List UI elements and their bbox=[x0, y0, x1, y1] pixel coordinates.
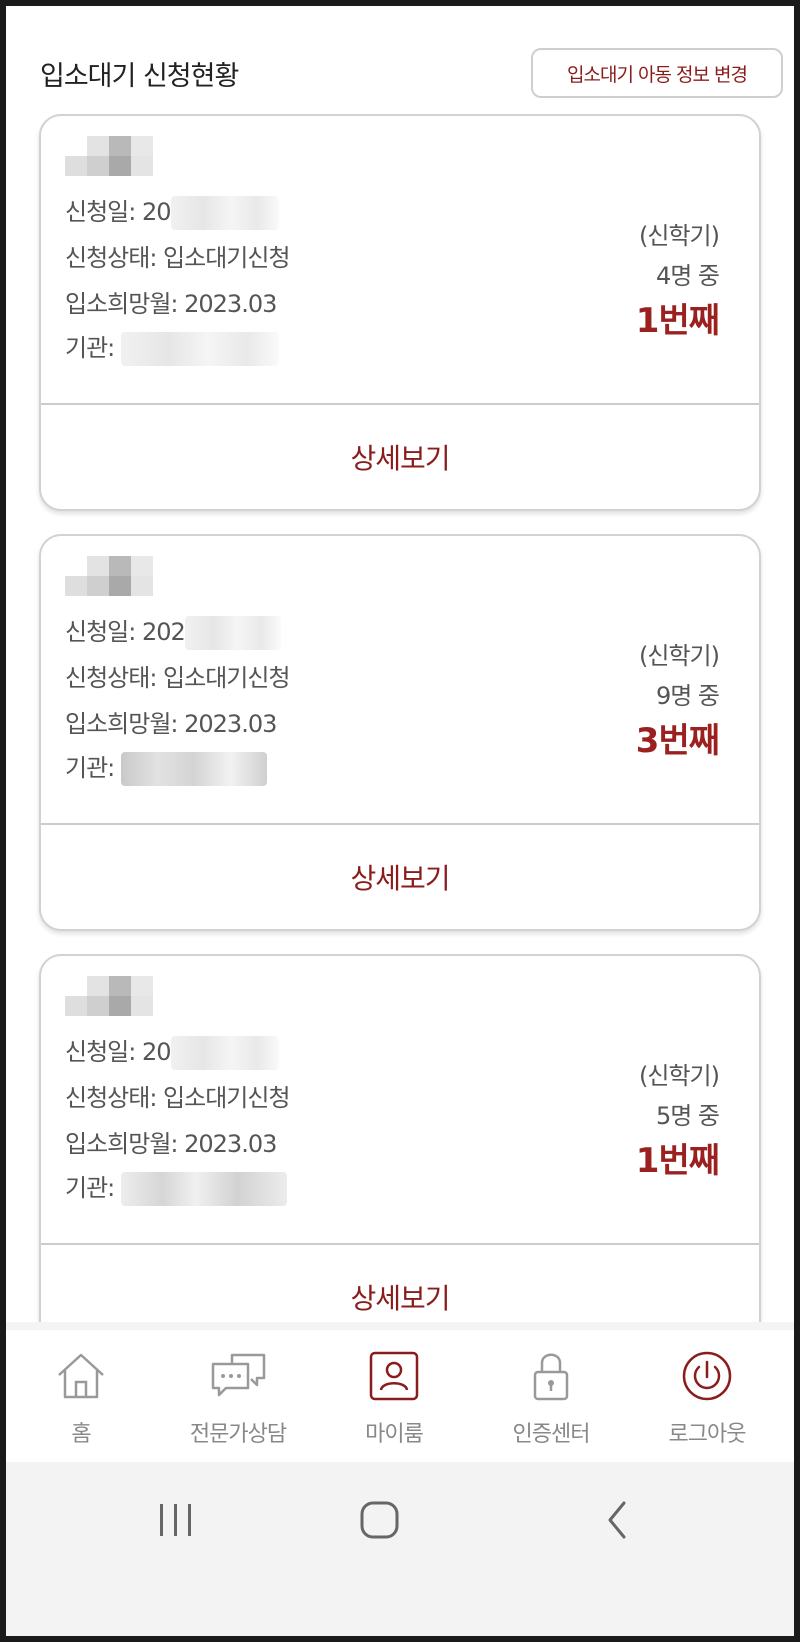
nav-auth-center[interactable]: 인증센터 bbox=[476, 1348, 626, 1458]
waitlist-card: 신청일: 20 신청상태: 입소대기신청 입소희망월: 2023.03 기관: … bbox=[39, 954, 761, 1351]
nav-logout[interactable]: 로그아웃 bbox=[632, 1348, 782, 1458]
redacted-value bbox=[170, 196, 279, 230]
apply-date-label: 신청일: bbox=[65, 618, 142, 646]
apply-date-line: 신청일: 20 bbox=[65, 192, 279, 230]
apply-date-label: 신청일: bbox=[65, 1038, 142, 1066]
desired-month-label: 입소희망월: bbox=[65, 1130, 185, 1158]
system-nav-bar bbox=[6, 1462, 794, 1636]
user-icon bbox=[369, 1351, 419, 1401]
semester-label: (신학기) bbox=[639, 1062, 720, 1090]
status-line: 신청상태: 입소대기신청 bbox=[65, 238, 291, 273]
institution-line: 기관: bbox=[65, 328, 279, 366]
home-icon bbox=[58, 1353, 104, 1399]
card-info: 신청일: 202 신청상태: 입소대기신청 입소희망월: 2023.03 기관:… bbox=[41, 536, 759, 823]
bottom-nav: 홈 전문가상담 마이룸 인증센터 로그아웃 bbox=[6, 1322, 794, 1462]
institution-label: 기관: bbox=[65, 334, 121, 362]
waitlist-rank: 1번째 bbox=[635, 1141, 720, 1181]
desired-month-value: 2023.03 bbox=[184, 290, 277, 318]
detail-button[interactable]: 상세보기 bbox=[41, 823, 759, 929]
child-name-redacted bbox=[65, 976, 153, 1016]
institution-line: 기관: bbox=[65, 748, 267, 786]
recent-apps-icon[interactable] bbox=[156, 1494, 196, 1546]
nav-label: 전문가상담 bbox=[189, 1422, 287, 1447]
app-screen: 입소대기 신청현황 입소대기 아동 정보 변경 신청일: 20 신청상태: 입소… bbox=[6, 6, 794, 1636]
nav-label: 인증센터 bbox=[512, 1422, 591, 1447]
desired-month-value: 2023.03 bbox=[184, 710, 277, 738]
institution-line: 기관: bbox=[65, 1168, 287, 1206]
semester-label: (신학기) bbox=[639, 222, 720, 250]
desired-month-label: 입소희망월: bbox=[65, 710, 185, 738]
status-value: 입소대기신청 bbox=[163, 1084, 290, 1112]
status-value: 입소대기신청 bbox=[163, 664, 290, 692]
rank-box: (신학기) 4명 중 1번째 bbox=[635, 216, 720, 346]
waitlist-count: 4명 중 bbox=[655, 262, 720, 290]
status-label: 신청상태: bbox=[65, 1084, 164, 1112]
card-info: 신청일: 20 신청상태: 입소대기신청 입소희망월: 2023.03 기관: … bbox=[41, 956, 759, 1243]
page-header: 입소대기 신청현황 입소대기 아동 정보 변경 bbox=[6, 6, 794, 114]
chat-icon bbox=[211, 1353, 266, 1397]
redacted-value bbox=[120, 1172, 287, 1206]
waitlist-rank: 3번째 bbox=[635, 721, 720, 761]
institution-label: 기관: bbox=[65, 1174, 121, 1202]
waitlist-card: 신청일: 20 신청상태: 입소대기신청 입소희망월: 2023.03 기관: … bbox=[39, 114, 761, 511]
change-child-info-button[interactable]: 입소대기 아동 정보 변경 bbox=[531, 48, 783, 98]
apply-date-value: 202 bbox=[141, 618, 186, 646]
child-name-redacted bbox=[65, 136, 153, 176]
nav-consult[interactable]: 전문가상담 bbox=[163, 1348, 313, 1458]
redacted-value bbox=[120, 332, 279, 366]
waitlist-count: 9명 중 bbox=[655, 682, 720, 710]
status-value: 입소대기신청 bbox=[163, 244, 290, 272]
nav-myroom[interactable]: 마이룸 bbox=[319, 1348, 469, 1458]
apply-date-label: 신청일: bbox=[65, 198, 142, 226]
status-label: 신청상태: bbox=[65, 244, 164, 272]
back-icon[interactable] bbox=[602, 1494, 632, 1546]
nav-home[interactable]: 홈 bbox=[6, 1348, 156, 1458]
waitlist-card: 신청일: 202 신청상태: 입소대기신청 입소희망월: 2023.03 기관:… bbox=[39, 534, 761, 931]
power-icon bbox=[682, 1351, 732, 1401]
detail-button[interactable]: 상세보기 bbox=[41, 403, 759, 509]
apply-date-line: 신청일: 202 bbox=[65, 612, 281, 650]
desired-month-line: 입소희망월: 2023.03 bbox=[65, 284, 277, 319]
status-line: 신청상태: 입소대기신청 bbox=[65, 658, 291, 693]
child-name-redacted bbox=[65, 556, 153, 596]
status-line: 신청상태: 입소대기신청 bbox=[65, 1078, 291, 1113]
page-title: 입소대기 신청현황 bbox=[40, 61, 239, 92]
apply-date-value: 20 bbox=[141, 1038, 172, 1066]
institution-label: 기관: bbox=[65, 754, 121, 782]
apply-date-value: 20 bbox=[141, 198, 172, 226]
home-button-icon[interactable] bbox=[358, 1494, 402, 1546]
redacted-value bbox=[184, 616, 281, 650]
desired-month-line: 입소희망월: 2023.03 bbox=[65, 1124, 277, 1159]
waitlist-count: 5명 중 bbox=[655, 1102, 720, 1130]
apply-date-line: 신청일: 20 bbox=[65, 1032, 279, 1070]
nav-label: 로그아웃 bbox=[668, 1422, 747, 1447]
desired-month-value: 2023.03 bbox=[184, 1130, 277, 1158]
redacted-value bbox=[120, 752, 267, 786]
status-label: 신청상태: bbox=[65, 664, 164, 692]
desired-month-label: 입소희망월: bbox=[65, 290, 185, 318]
semester-label: (신학기) bbox=[639, 642, 720, 670]
desired-month-line: 입소희망월: 2023.03 bbox=[65, 704, 277, 739]
rank-box: (신학기) 5명 중 1번째 bbox=[635, 1056, 720, 1186]
card-info: 신청일: 20 신청상태: 입소대기신청 입소희망월: 2023.03 기관: … bbox=[41, 116, 759, 403]
nav-label: 마이룸 bbox=[365, 1422, 424, 1447]
lock-icon bbox=[533, 1353, 569, 1401]
nav-label: 홈 bbox=[71, 1422, 91, 1447]
rank-box: (신학기) 9명 중 3번째 bbox=[635, 636, 720, 766]
redacted-value bbox=[170, 1036, 279, 1070]
waitlist-rank: 1번째 bbox=[635, 301, 720, 341]
